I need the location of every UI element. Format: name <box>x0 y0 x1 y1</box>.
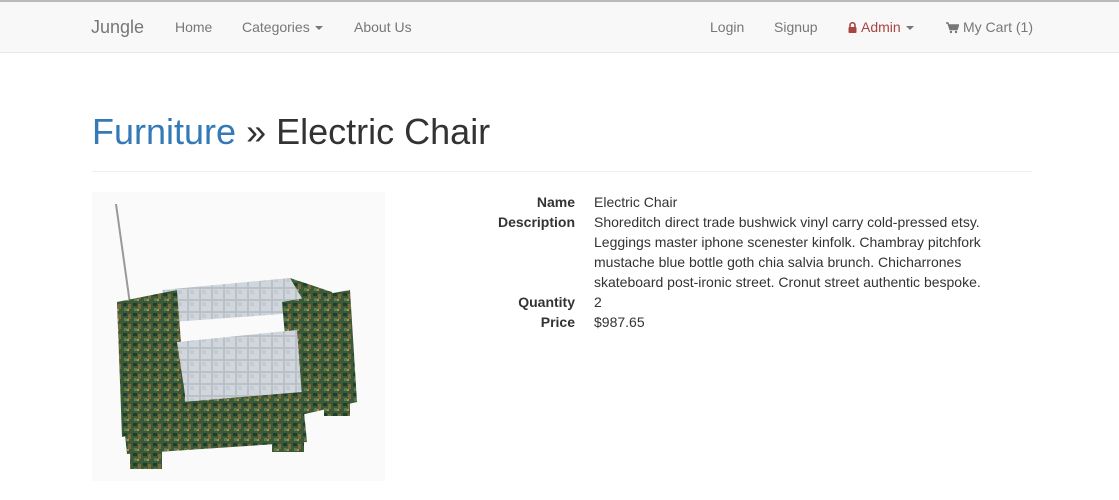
lock-icon <box>848 22 857 33</box>
brand-link[interactable]: Jungle <box>91 2 144 53</box>
detail-label: Price <box>540 314 575 330</box>
product-image <box>92 192 385 481</box>
detail-value: $987.65 <box>594 314 645 330</box>
nav-admin-dropdown[interactable]: Admin <box>848 2 914 53</box>
product-title: Electric Chair <box>276 111 491 152</box>
product-details: Name Electric Chair Description Shoredit… <box>420 192 1020 332</box>
detail-row-quantity: Quantity 2 <box>420 292 1020 312</box>
nav-login-link[interactable]: Login <box>710 2 744 53</box>
detail-label: Quantity <box>518 294 575 310</box>
armchair-image <box>115 203 357 469</box>
detail-row-description: Description Shoreditch direct trade bush… <box>420 212 1020 292</box>
detail-value: Shoreditch direct trade bushwick vinyl c… <box>594 214 981 290</box>
nav-categories-label: Categories <box>242 19 310 35</box>
breadcrumb-separator: » <box>246 111 267 152</box>
detail-value: Electric Chair <box>594 194 678 210</box>
page-title: Furniture » Electric Chair <box>92 108 1032 156</box>
detail-label: Name <box>536 194 575 210</box>
caret-down-icon <box>905 26 914 31</box>
top-navbar: Jungle Home Categories About Us Login Si… <box>0 0 1119 53</box>
nav-cart-label: My Cart (1) <box>963 19 1033 35</box>
detail-row-price: Price $987.65 <box>420 312 1020 332</box>
page-header: Furniture » Electric Chair <box>92 108 1032 172</box>
caret-down-icon <box>314 26 323 31</box>
nav-signup-link[interactable]: Signup <box>774 2 818 53</box>
detail-row-name: Name Electric Chair <box>420 192 1020 212</box>
nav-home-link[interactable]: Home <box>175 2 212 53</box>
nav-categories-dropdown[interactable]: Categories <box>242 2 323 53</box>
nav-cart-link[interactable]: My Cart (1) <box>946 2 1033 53</box>
cart-icon <box>946 22 959 34</box>
nav-about-link[interactable]: About Us <box>354 2 412 53</box>
detail-label: Description <box>497 214 575 230</box>
detail-value: 2 <box>594 294 602 310</box>
nav-admin-label: Admin <box>861 19 901 35</box>
category-breadcrumb-link[interactable]: Furniture <box>92 111 236 152</box>
